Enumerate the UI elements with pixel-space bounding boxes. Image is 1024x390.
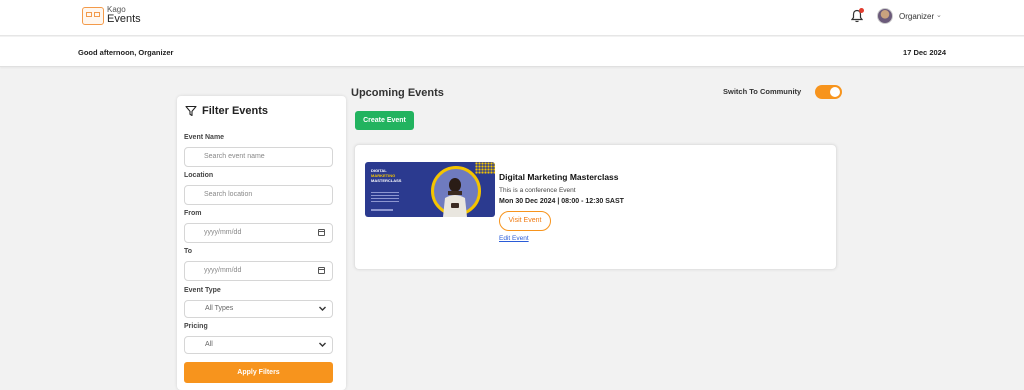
event-name-label: Event Name bbox=[184, 134, 225, 141]
logo-big-text: Events bbox=[107, 13, 141, 25]
calendar-icon[interactable] bbox=[318, 229, 325, 236]
toggle-knob bbox=[830, 87, 840, 97]
calendar-icon[interactable] bbox=[318, 267, 325, 274]
page-title: Upcoming Events bbox=[351, 87, 444, 99]
switch-community-label: Switch To Community bbox=[723, 87, 802, 96]
event-type-value: All Types bbox=[205, 305, 234, 312]
from-date-input[interactable]: yyyy/mm/dd bbox=[184, 223, 333, 243]
community-toggle[interactable] bbox=[815, 85, 842, 99]
event-name-placeholder: Search event name bbox=[204, 153, 265, 160]
logo-icon bbox=[82, 6, 104, 25]
notification-dot bbox=[859, 8, 864, 13]
banner-footer-line bbox=[371, 209, 393, 211]
location-input[interactable]: Search location bbox=[184, 185, 333, 205]
event-type-label: Event Type bbox=[184, 287, 221, 294]
chevron-down-icon bbox=[319, 306, 326, 311]
location-label: Location bbox=[184, 172, 214, 179]
to-date-placeholder: yyyy/mm/dd bbox=[204, 267, 242, 274]
visit-event-button[interactable]: Visit Event bbox=[499, 211, 551, 231]
banner-dots-decoration bbox=[475, 162, 495, 174]
greeting-text: Good afternoon, Organizer bbox=[78, 48, 174, 57]
from-label: From bbox=[184, 210, 202, 217]
event-datetime: Mon 30 Dec 2024 | 08:00 - 12:30 SAST bbox=[499, 198, 624, 205]
chevron-down-icon[interactable]: ⌄ bbox=[936, 11, 942, 19]
banner-detail-lines bbox=[371, 192, 399, 202]
from-date-placeholder: yyyy/mm/dd bbox=[204, 229, 242, 236]
event-card: DIGITAL MARKETING MASTERCLASS Digital Ma… bbox=[354, 144, 837, 270]
banner-title: DIGITAL MARKETING MASTERCLASS bbox=[371, 168, 423, 183]
edit-event-link[interactable]: Edit Event bbox=[499, 235, 529, 242]
event-banner-image: DIGITAL MARKETING MASTERCLASS bbox=[365, 162, 495, 217]
funnel-icon bbox=[185, 105, 197, 117]
app-logo[interactable]: Kago Events bbox=[82, 6, 141, 25]
filter-title-text: Filter Events bbox=[202, 105, 269, 117]
event-name-input[interactable]: Search event name bbox=[184, 147, 333, 167]
event-title: Digital Marketing Masterclass bbox=[499, 172, 619, 182]
speaker-photo bbox=[443, 178, 467, 217]
apply-filters-button[interactable]: Apply Filters bbox=[184, 362, 333, 383]
pricing-value: All bbox=[205, 341, 213, 348]
filter-title: Filter Events bbox=[185, 105, 268, 117]
create-event-button[interactable]: Create Event bbox=[355, 111, 414, 130]
user-name[interactable]: Organizer bbox=[899, 12, 934, 21]
current-date: 17 Dec 2024 bbox=[903, 48, 946, 57]
to-date-input[interactable]: yyyy/mm/dd bbox=[184, 261, 333, 281]
avatar[interactable] bbox=[877, 8, 893, 24]
event-description: This is a conference Event bbox=[499, 187, 576, 194]
filter-panel: Filter Events Event Name Search event na… bbox=[177, 96, 346, 390]
location-placeholder: Search location bbox=[204, 191, 253, 198]
logo-text: Kago Events bbox=[107, 6, 141, 25]
top-header: Kago Events Organizer ⌄ bbox=[0, 0, 1024, 36]
banner-line-3: MASTERCLASS bbox=[371, 178, 402, 183]
pricing-select[interactable]: All bbox=[184, 336, 333, 354]
greeting-bar: Good afternoon, Organizer 17 Dec 2024 bbox=[0, 37, 1024, 67]
event-type-select[interactable]: All Types bbox=[184, 300, 333, 318]
pricing-label: Pricing bbox=[184, 323, 208, 330]
to-label: To bbox=[184, 248, 193, 255]
chevron-down-icon bbox=[319, 342, 326, 347]
